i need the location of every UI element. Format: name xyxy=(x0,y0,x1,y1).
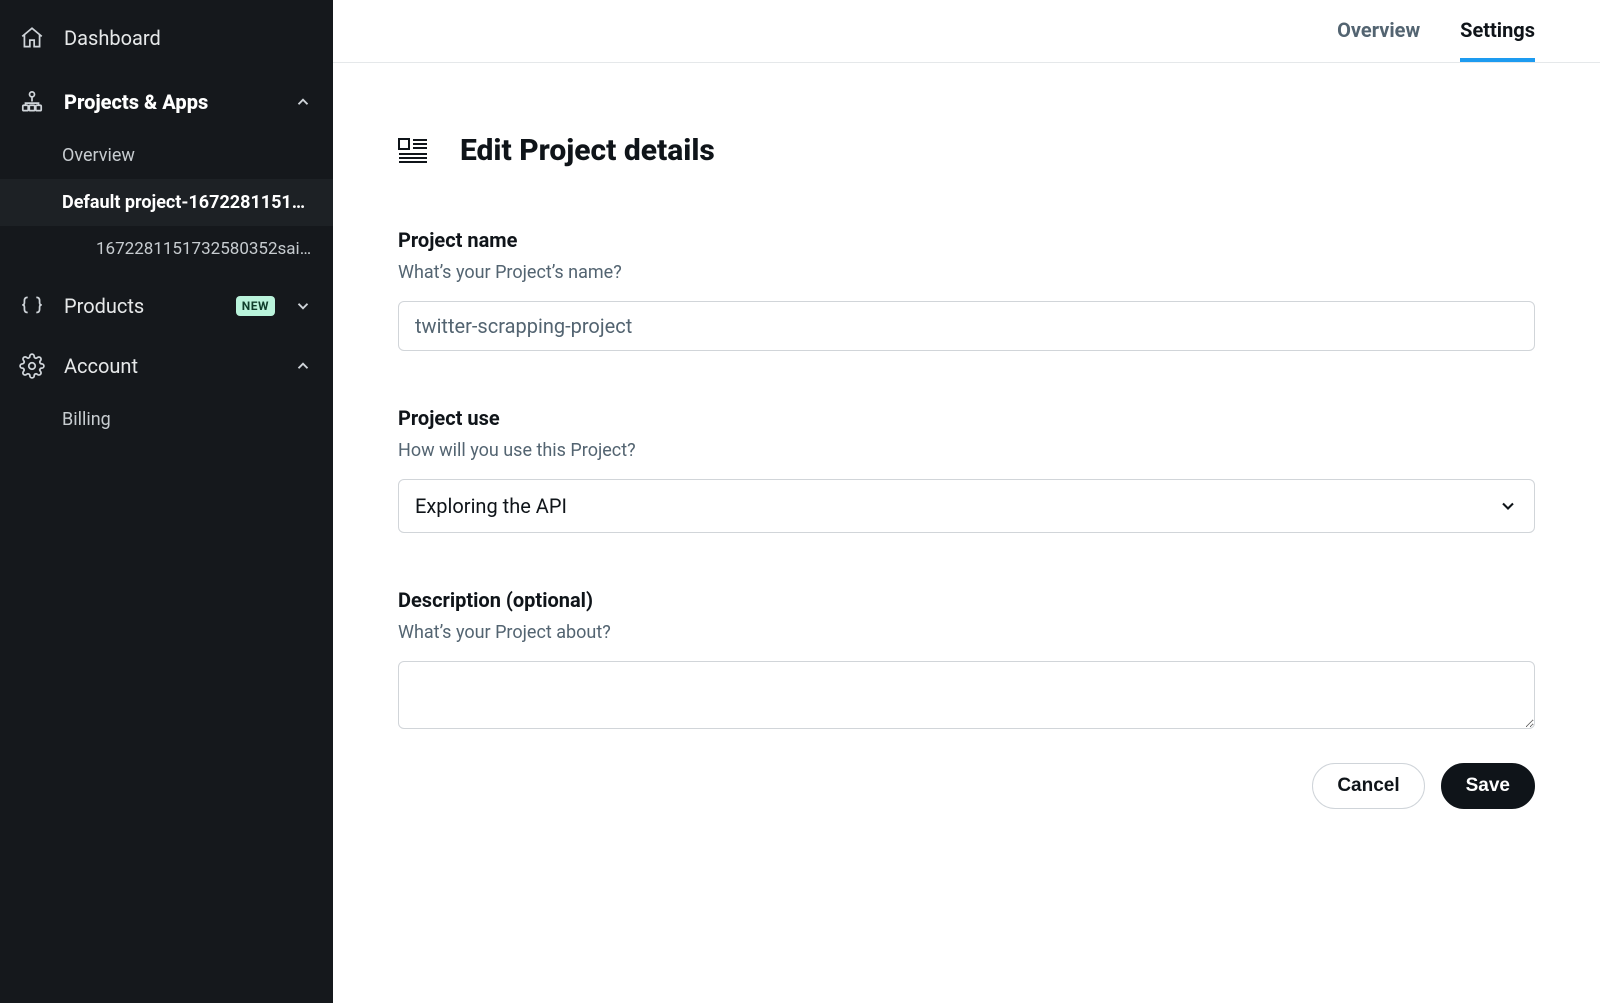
project-use-select[interactable]: Exploring the API xyxy=(398,479,1535,533)
field-label: Description (optional) xyxy=(398,588,1535,612)
field-sublabel: What’s your Project about? xyxy=(398,622,1535,643)
content: Edit Project details Project name What’s… xyxy=(333,63,1600,1003)
sidebar-item-active-project[interactable]: Default project-16722811517... xyxy=(0,179,333,226)
chevron-up-icon xyxy=(293,356,313,376)
page-title-row: Edit Project details xyxy=(398,133,1535,168)
sidebar-item-products[interactable]: Products NEW xyxy=(0,276,333,336)
project-name-input[interactable] xyxy=(398,301,1535,351)
tabbar: Overview Settings xyxy=(333,0,1600,63)
sidebar-item-label: Products xyxy=(64,294,218,318)
tab-settings[interactable]: Settings xyxy=(1460,18,1535,62)
home-icon xyxy=(18,24,46,52)
field-project-name: Project name What’s your Project’s name? xyxy=(398,228,1535,351)
sidebar-item-projects[interactable]: Projects & Apps xyxy=(0,72,333,132)
gear-icon xyxy=(18,352,46,380)
save-button[interactable]: Save xyxy=(1441,763,1535,809)
select-value: Exploring the API xyxy=(415,494,567,518)
field-description: Description (optional) What’s your Proje… xyxy=(398,588,1535,733)
sidebar-item-account[interactable]: Account xyxy=(0,336,333,396)
description-textarea[interactable] xyxy=(398,661,1535,729)
sidebar-item-app[interactable]: 1672281151732580352sai... xyxy=(0,226,333,272)
field-project-use: Project use How will you use this Projec… xyxy=(398,406,1535,533)
sidebar-item-projects-overview[interactable]: Overview xyxy=(0,132,333,179)
sidebar-item-label: Dashboard xyxy=(64,26,313,50)
field-label: Project name xyxy=(398,228,1535,252)
braces-icon xyxy=(18,292,46,320)
cancel-button[interactable]: Cancel xyxy=(1312,763,1424,809)
sidebar-item-label: Projects & Apps xyxy=(64,90,275,114)
button-row: Cancel Save xyxy=(398,763,1535,849)
project-details-icon xyxy=(398,138,428,164)
sidebar-item-dashboard[interactable]: Dashboard xyxy=(0,8,333,68)
badge-new: NEW xyxy=(236,296,275,316)
page-title: Edit Project details xyxy=(460,133,715,168)
chevron-down-icon xyxy=(1498,496,1518,516)
sidebar: Dashboard Projects & Apps Overview Defau… xyxy=(0,0,333,1003)
chevron-down-icon xyxy=(293,296,313,316)
field-sublabel: How will you use this Project? xyxy=(398,440,1535,461)
field-label: Project use xyxy=(398,406,1535,430)
tab-overview[interactable]: Overview xyxy=(1337,18,1420,62)
sidebar-item-billing[interactable]: Billing xyxy=(0,396,333,443)
field-sublabel: What’s your Project’s name? xyxy=(398,262,1535,283)
sidebar-item-label: Account xyxy=(64,354,275,378)
chevron-up-icon xyxy=(293,92,313,112)
hierarchy-icon xyxy=(18,88,46,116)
main: Overview Settings Edit Project details P… xyxy=(333,0,1600,1003)
